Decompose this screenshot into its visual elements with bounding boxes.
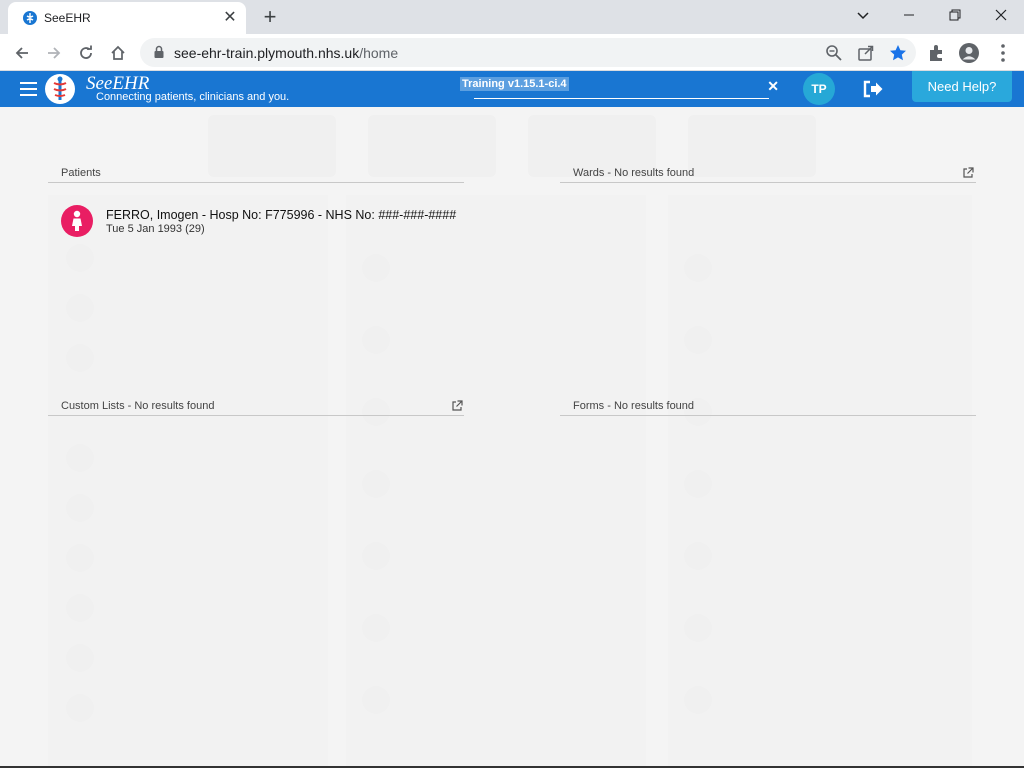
seeehr-favicon-icon (23, 11, 37, 25)
menu-icon[interactable] (20, 82, 37, 96)
section-divider (48, 182, 464, 183)
open-external-icon[interactable] (451, 400, 463, 412)
brand-tagline: Connecting patients, clinicians and you. (96, 91, 290, 103)
need-help-button[interactable]: Need Help? (912, 71, 1012, 102)
custom-lists-section-title: Custom Lists - No results found (61, 400, 215, 412)
extensions-icon[interactable] (926, 42, 948, 64)
browser-tab[interactable]: SeeEHR ✕ (8, 2, 246, 34)
url-text: see-ehr-train.plymouth.nhs.uk/home (174, 45, 398, 61)
restore-icon[interactable] (932, 0, 978, 30)
share-icon[interactable] (856, 43, 876, 63)
tab-close-icon[interactable]: ✕ (220, 8, 240, 28)
section-divider (560, 415, 976, 416)
open-external-icon[interactable] (962, 167, 974, 179)
patient-name-line: FERRO, Imogen - Hosp No: F775996 - NHS N… (106, 208, 457, 222)
patient-result-row[interactable]: FERRO, Imogen - Hosp No: F775996 - NHS N… (48, 199, 464, 243)
user-avatar[interactable]: TP (803, 73, 835, 105)
female-patient-icon (61, 205, 93, 237)
environment-label: Training v1.15.1-ci.4 (460, 77, 569, 91)
url-bar[interactable]: see-ehr-train.plymouth.nhs.uk/home (140, 38, 916, 67)
bookmark-star-icon[interactable] (888, 43, 908, 63)
environment-search-field[interactable]: Training v1.15.1-ci.4 ✕ (460, 75, 783, 101)
new-tab-button[interactable]: + (256, 4, 284, 32)
clear-close-icon[interactable]: ✕ (767, 78, 779, 95)
seeehr-logo-icon[interactable] (45, 74, 75, 104)
tab-search-icon[interactable] (840, 0, 886, 30)
environment-underline (474, 98, 769, 99)
browser-tab-strip: SeeEHR ✕ + (0, 0, 1024, 34)
lock-icon (154, 45, 164, 58)
forward-icon[interactable] (40, 39, 68, 67)
logout-icon[interactable] (862, 79, 884, 99)
back-icon[interactable] (8, 39, 36, 67)
browser-toolbar: see-ehr-train.plymouth.nhs.uk/home (0, 34, 1024, 71)
app-header: SeeEHR Connecting patients, clinicians a… (0, 71, 1024, 107)
patient-dob-line: Tue 5 Jan 1993 (29) (106, 223, 205, 235)
section-divider (560, 182, 976, 183)
url-path: /home (359, 45, 399, 61)
patients-section-title: Patients (61, 167, 101, 179)
section-divider (48, 415, 464, 416)
zoom-icon[interactable] (824, 43, 844, 63)
close-window-icon[interactable] (978, 0, 1024, 30)
forms-section-title: Forms - No results found (573, 400, 695, 412)
profile-icon[interactable] (958, 42, 980, 64)
browser-menu-icon[interactable] (992, 42, 1014, 64)
tab-title: SeeEHR (44, 11, 91, 25)
home-icon[interactable] (104, 39, 132, 67)
minimize-icon[interactable] (886, 0, 932, 30)
url-host: see-ehr-train.plymouth.nhs.uk (174, 45, 360, 61)
reload-icon[interactable] (72, 39, 100, 67)
wards-section-title: Wards - No results found (573, 167, 695, 179)
